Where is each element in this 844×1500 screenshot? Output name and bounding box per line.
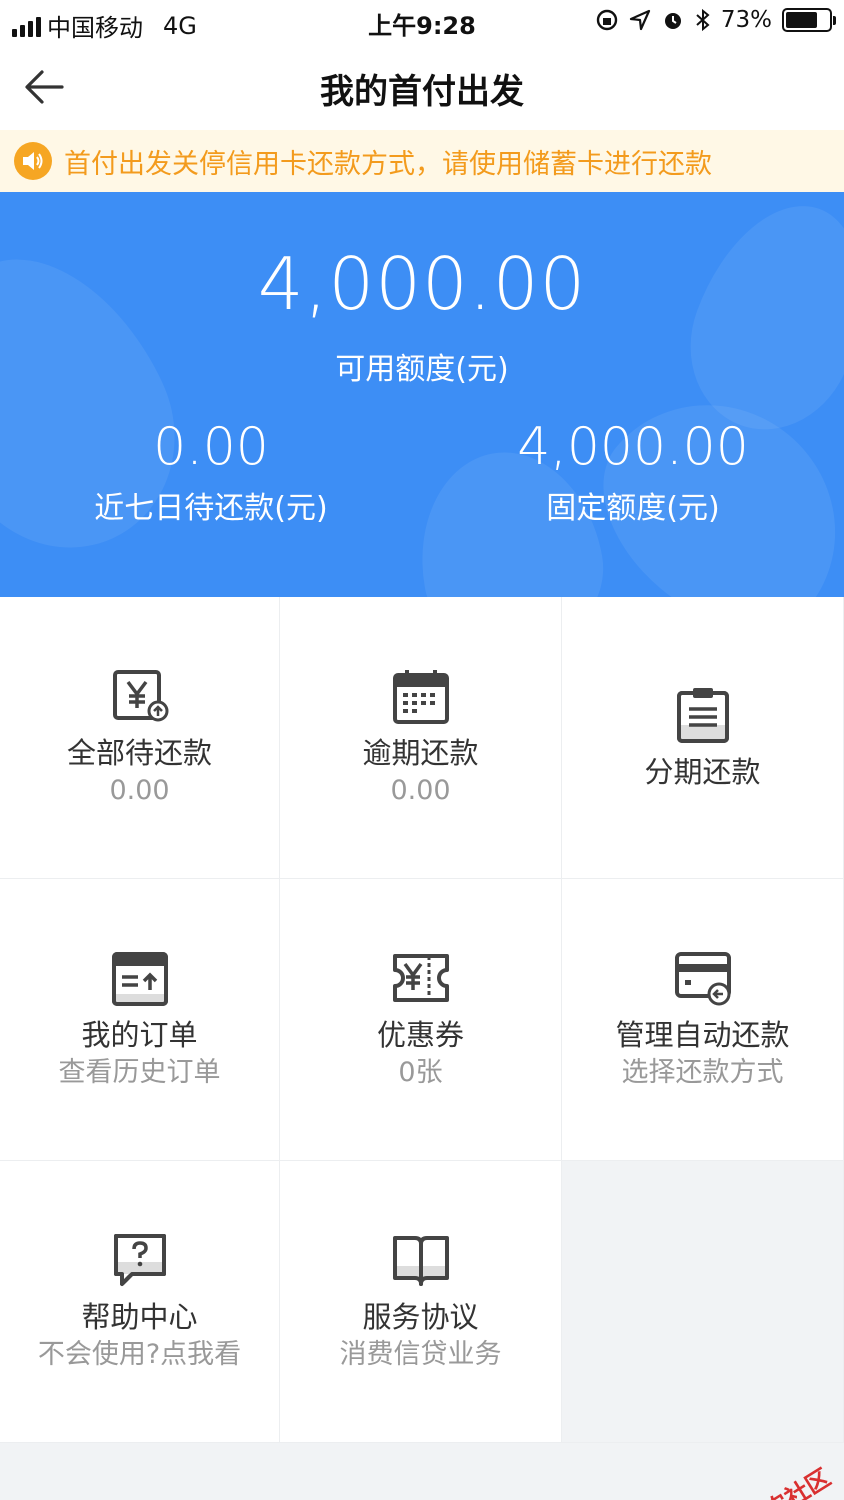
yuan-bill-icon (112, 669, 168, 721)
watermark-logo: 卡农社区 (709, 1458, 836, 1500)
cell-title: 我的订单 (81, 1017, 198, 1052)
orders-button[interactable]: 我的订单 查看历史订单 (0, 879, 280, 1161)
rotation-lock-icon (596, 9, 618, 31)
order-icon (111, 951, 168, 1006)
fixed-amount: 4,000.00 (517, 417, 749, 477)
coupon-button[interactable]: 优惠券 0张 (280, 879, 562, 1161)
fixed-column: 4,000.00 固定额度(元) (422, 417, 844, 527)
alarm-icon (664, 13, 681, 29)
service-agreement-button[interactable]: 服务协议 消费信贷业务 (280, 1161, 562, 1443)
cell-title: 服务协议 (362, 1299, 479, 1334)
cell-title: 帮助中心 (81, 1299, 198, 1334)
cell-sub: 消费信贷业务 (339, 1338, 502, 1370)
card-icon (674, 951, 731, 1005)
all-due-button[interactable]: 全部待还款 0.00 (0, 597, 280, 879)
nav-bar: 我的首付出发 (0, 44, 844, 130)
cell-title: 管理自动还款 (615, 1017, 790, 1052)
status-bar: 中国移动 4G 上午9:28 73% (0, 0, 844, 44)
cell-sub: 选择还款方式 (621, 1056, 784, 1088)
battery-fill (786, 12, 817, 28)
speaker-icon (14, 142, 52, 180)
available-amount: 4,000.00 (257, 242, 587, 326)
cell-title: 分期还款 (644, 754, 761, 789)
status-right: 73% (595, 7, 836, 33)
clipboard-icon (676, 687, 729, 743)
watermark-text: 卡农社区 (736, 1458, 836, 1500)
function-grid: 全部待还款 0.00 逾期还款 0.00 分期还款 我的订单 查看历史订单 优惠… (0, 597, 844, 1443)
fixed-label: 固定额度(元) (546, 491, 720, 526)
due-column: 0.00 近七日待还款(元) (0, 417, 422, 527)
installment-button[interactable]: 分期还款 (562, 597, 844, 879)
cell-sub: 0.00 (390, 774, 451, 806)
overdue-button[interactable]: 逾期还款 0.00 (280, 597, 562, 879)
help-center-button[interactable]: 帮助中心 不会使用?点我看 (0, 1161, 280, 1443)
battery-percent: 73% (720, 7, 772, 33)
available-label: 可用额度(元) (335, 352, 509, 387)
cell-sub: 不会使用?点我看 (37, 1338, 242, 1370)
cell-sub: 0.00 (109, 774, 170, 806)
cell-sub: 0张 (398, 1056, 443, 1088)
credit-summary: 4,000.00 可用额度(元) 0.00 近七日待还款(元) 4,000.00… (0, 192, 844, 597)
book-icon (392, 1235, 449, 1286)
due-label: 近七日待还款(元) (94, 491, 328, 526)
cell-title: 逾期还款 (362, 735, 479, 770)
bluetooth-icon (696, 8, 710, 32)
notice-text: 首付出发关停信用卡还款方式，请使用储蓄卡进行还款 (64, 148, 712, 180)
auto-repay-button[interactable]: 管理自动还款 选择还款方式 (562, 879, 844, 1161)
battery-icon (782, 8, 836, 32)
cell-title: 全部待还款 (66, 735, 212, 770)
due-amount: 0.00 (153, 417, 269, 477)
notice-bar: 首付出发关停信用卡还款方式，请使用储蓄卡进行还款 (0, 130, 844, 192)
cell-sub: 查看历史订单 (58, 1056, 221, 1088)
coupon-icon (392, 953, 449, 1002)
cell-title: 优惠券 (376, 1017, 464, 1052)
calendar-icon (392, 669, 449, 724)
empty-cell (562, 1161, 844, 1443)
help-icon (113, 1233, 166, 1286)
page-title: 我的首付出发 (320, 72, 524, 112)
location-arrow-icon (629, 9, 650, 31)
